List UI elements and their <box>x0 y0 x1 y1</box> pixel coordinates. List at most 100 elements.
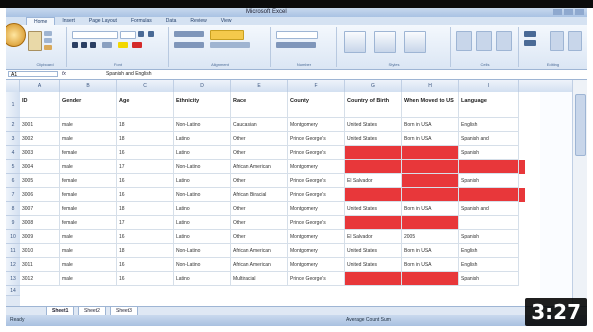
wrap-text-button[interactable] <box>210 30 244 40</box>
fx-icon[interactable]: fx <box>62 71 66 77</box>
table-header-cell[interactable]: Country of Birth <box>345 92 402 118</box>
table-cell[interactable]: 17 <box>117 216 174 230</box>
table-cell[interactable]: Latino <box>174 146 231 160</box>
table-cell[interactable]: 3008 <box>20 216 60 230</box>
office-button-icon[interactable] <box>6 23 26 47</box>
table-cell[interactable]: Spanish and <box>459 202 519 216</box>
format-as-table-icon[interactable] <box>374 31 396 53</box>
table-header-cell[interactable]: Gender <box>60 92 117 118</box>
table-cell[interactable]: Latino <box>174 272 231 286</box>
table-cell[interactable]: 3003 <box>20 146 60 160</box>
table-cell[interactable]: 18 <box>117 202 174 216</box>
column-header-D[interactable]: D <box>174 80 231 92</box>
table-cell[interactable]: El Salvador <box>345 230 402 244</box>
table-cell[interactable] <box>402 160 459 174</box>
table-cell[interactable] <box>345 146 402 160</box>
table-cell[interactable]: Latino <box>174 174 231 188</box>
row-header[interactable]: 4 <box>6 146 20 160</box>
insert-cells-icon[interactable] <box>456 31 472 51</box>
name-box[interactable]: A1 <box>8 71 58 78</box>
table-cell[interactable] <box>402 146 459 160</box>
column-header-C[interactable]: C <box>117 80 174 92</box>
table-cell[interactable]: 3012 <box>20 272 60 286</box>
table-cell[interactable]: Born in USA <box>402 132 459 146</box>
fill-color-icon[interactable] <box>118 42 128 48</box>
tab-3[interactable]: Formulas <box>124 17 159 25</box>
column-header-A[interactable]: A <box>20 80 60 92</box>
table-cell[interactable]: Prince George's <box>288 272 345 286</box>
fill-icon[interactable] <box>524 40 536 46</box>
grow-font-icon[interactable] <box>138 31 144 37</box>
table-cell[interactable]: Spanish <box>459 230 519 244</box>
row-header[interactable]: 8 <box>6 202 20 216</box>
table-cell[interactable]: 16 <box>117 230 174 244</box>
table-header-cell[interactable]: When Moved to US <box>402 92 459 118</box>
table-cell[interactable]: African Biracial <box>231 188 288 202</box>
table-cell[interactable]: 16 <box>117 174 174 188</box>
table-cell[interactable] <box>459 216 519 230</box>
close-button[interactable] <box>575 9 584 15</box>
table-cell[interactable]: Caucasian <box>231 118 288 132</box>
vertical-scrollbar[interactable] <box>572 80 587 306</box>
table-cell[interactable] <box>402 272 459 286</box>
table-cell[interactable]: African American <box>231 258 288 272</box>
table-cell[interactable]: Other <box>231 202 288 216</box>
table-cell[interactable]: male <box>60 160 117 174</box>
indent-icons[interactable] <box>174 42 204 48</box>
table-cell[interactable]: 18 <box>117 244 174 258</box>
table-cell[interactable]: English <box>459 244 519 258</box>
table-cell[interactable]: Born in USA <box>402 244 459 258</box>
table-cell[interactable]: Spanish and <box>459 132 519 146</box>
maximize-button[interactable] <box>564 9 573 15</box>
table-cell[interactable]: 3010 <box>20 244 60 258</box>
table-cell[interactable]: Prince George's <box>288 174 345 188</box>
table-cell[interactable]: male <box>60 118 117 132</box>
row-header[interactable]: 14 <box>6 286 20 296</box>
table-cell[interactable]: female <box>60 202 117 216</box>
table-cell[interactable]: female <box>60 216 117 230</box>
tab-2[interactable]: Page Layout <box>82 17 124 25</box>
row-header[interactable]: 9 <box>6 216 20 230</box>
table-cell[interactable]: 3006 <box>20 188 60 202</box>
table-cell[interactable]: Non-Latino <box>174 258 231 272</box>
table-cell[interactable]: English <box>459 118 519 132</box>
table-cell[interactable]: Montgomery <box>288 258 345 272</box>
table-cell[interactable]: 3007 <box>20 202 60 216</box>
table-cell[interactable]: Other <box>231 174 288 188</box>
conditional-formatting-icon[interactable] <box>344 31 366 53</box>
table-cell[interactable]: Montgomery <box>288 202 345 216</box>
table-cell[interactable]: female <box>60 188 117 202</box>
row-header[interactable]: 12 <box>6 258 20 272</box>
table-cell[interactable]: Multiracial <box>231 272 288 286</box>
table-cell[interactable]: Spanish <box>459 174 519 188</box>
row-header[interactable]: 11 <box>6 244 20 258</box>
table-cell[interactable]: United States <box>345 258 402 272</box>
table-cell[interactable]: Born in USA <box>402 118 459 132</box>
table-cell[interactable]: Born in USA <box>402 258 459 272</box>
underline-icon[interactable] <box>90 42 96 48</box>
table-cell[interactable]: Other <box>231 146 288 160</box>
column-header-B[interactable]: B <box>60 80 117 92</box>
format-painter-icon[interactable] <box>44 45 52 50</box>
row-header[interactable]: 6 <box>6 174 20 188</box>
shrink-font-icon[interactable] <box>148 31 154 37</box>
table-cell[interactable] <box>345 160 402 174</box>
table-cell[interactable]: 16 <box>117 258 174 272</box>
table-cell[interactable] <box>345 216 402 230</box>
table-cell[interactable]: Prince George's <box>288 188 345 202</box>
table-cell[interactable]: 16 <box>117 272 174 286</box>
table-cell[interactable]: Born in USA <box>402 202 459 216</box>
italic-icon[interactable] <box>81 42 87 48</box>
table-cell[interactable]: female <box>60 174 117 188</box>
table-cell[interactable]: Non-Latino <box>174 160 231 174</box>
table-cell[interactable] <box>459 160 519 174</box>
find-select-icon[interactable] <box>568 31 582 51</box>
tab-4[interactable]: Data <box>159 17 184 25</box>
tab-6[interactable]: View <box>214 17 239 25</box>
number-format-select[interactable] <box>276 31 318 39</box>
table-cell[interactable]: Prince George's <box>288 216 345 230</box>
table-cell[interactable]: 16 <box>117 188 174 202</box>
table-cell[interactable]: female <box>60 146 117 160</box>
column-header-E[interactable]: E <box>231 80 288 92</box>
table-cell[interactable]: Prince George's <box>288 132 345 146</box>
